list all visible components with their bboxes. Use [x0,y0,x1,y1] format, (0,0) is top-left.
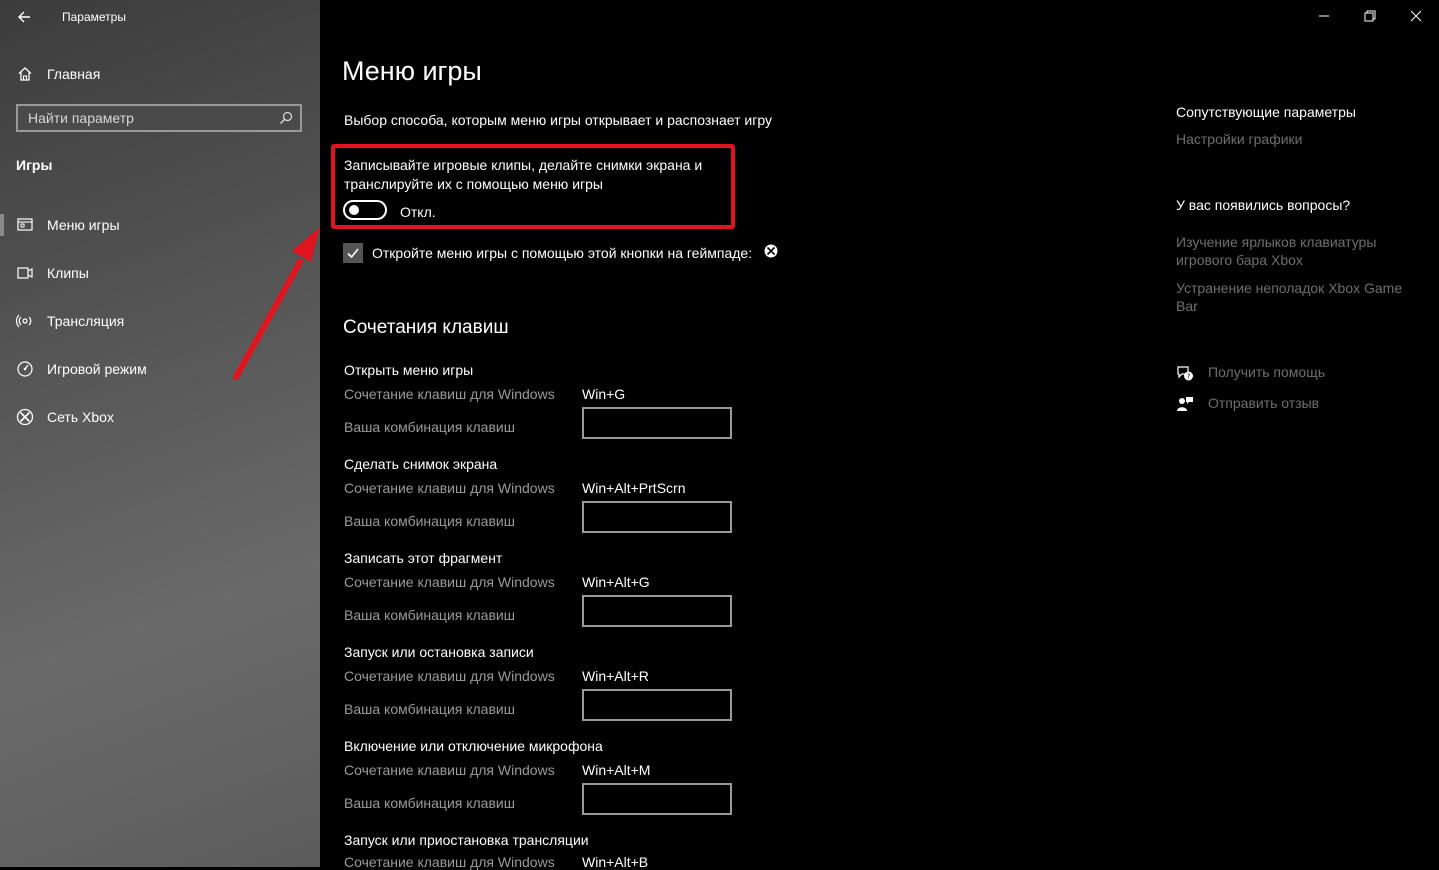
toggle-knob [349,205,359,215]
shortcut-windows-label: Сочетание клавиш для Windows [344,854,555,870]
search-input[interactable] [18,109,272,127]
search-icon[interactable] [272,106,300,130]
shortcut-title: Включение или отключение микрофона [344,738,603,754]
sidebar-item-label: Клипы [47,265,89,281]
active-indicator [0,214,4,236]
shortcut-windows-label: Сочетание клавиш для Windows [344,762,555,778]
sidebar-section-label: Игры [16,157,53,173]
game-bar-toggle[interactable] [343,200,387,220]
get-help-link[interactable]: Получить помощь [1208,364,1325,380]
shortcut-custom-input[interactable] [582,689,732,721]
minimize-button[interactable] [1301,0,1347,32]
graphics-settings-link[interactable]: Настройки графики [1176,130,1416,148]
send-feedback-link[interactable]: Отправить отзыв [1208,395,1319,411]
toggle-description: Записывайте игровые клипы, делайте снимк… [344,157,703,192]
arrow-left-icon [18,11,30,23]
shortcut-windows-label: Сочетание клавиш для Windows [344,574,555,590]
questions-title: У вас появились вопросы? [1176,197,1351,213]
xbox-icon [16,408,34,426]
restore-button[interactable] [1347,0,1393,32]
shortcut-windows-value: Win+Alt+PrtScrn [582,480,686,496]
toggle-state-label: Откл. [400,204,436,220]
gamepad-checkbox[interactable] [343,243,363,263]
shortcut-title: Запуск или приостановка трансляции [344,832,589,848]
clips-icon [16,264,34,282]
xbox-icon [764,244,778,258]
shortcut-custom-input[interactable] [582,407,732,439]
game-bar-icon [16,216,34,234]
sidebar-item-broadcast[interactable]: Трансляция [0,303,320,339]
minimize-icon [1319,15,1329,17]
shortcut-title: Сделать снимок экрана [344,456,498,472]
shortcut-windows-label: Сочетание клавиш для Windows [344,668,555,684]
shortcut-custom-label: Ваша комбинация клавиш [344,513,515,529]
sidebar-item-xbox-network[interactable]: Сеть Xbox [0,399,320,435]
close-icon [1410,10,1422,22]
shortcuts-title: Сочетания клавиш [343,317,509,338]
shortcut-windows-value: Win+Alt+B [582,854,649,870]
feedback-icon [1177,397,1193,411]
game-mode-icon [16,360,34,378]
search-box[interactable] [16,104,302,132]
sidebar-item-clips[interactable]: Клипы [0,255,320,291]
question-link[interactable]: Изучение ярлыков клавиатуры игрового бар… [1176,233,1416,269]
shortcut-windows-value: Win+Alt+R [582,668,649,684]
shortcut-title: Открыть меню игры [344,362,474,378]
sidebar-home[interactable]: Главная [16,63,100,85]
shortcut-windows-value: Win+Alt+M [582,762,651,778]
app-title: Параметры [62,10,126,24]
broadcast-icon [16,312,34,330]
question-link[interactable]: Устранение неполадок Xbox Game Bar [1176,279,1416,315]
shortcut-windows-value: Win+G [582,386,626,402]
home-icon [18,67,32,81]
shortcut-custom-input[interactable] [582,783,732,815]
shortcut-windows-value: Win+Alt+G [582,574,650,590]
related-settings-title: Сопутствующие параметры [1176,104,1356,120]
page-description: Выбор способа, которым меню игры открыва… [344,112,772,128]
sidebar-item-label: Меню игры [47,217,120,233]
shortcut-custom-label: Ваша комбинация клавиш [344,607,515,623]
shortcut-windows-label: Сочетание клавиш для Windows [344,480,555,496]
sidebar-item-game-mode[interactable]: Игровой режим [0,351,320,387]
shortcut-custom-label: Ваша комбинация клавиш [344,701,515,717]
back-button[interactable] [14,6,36,28]
shortcut-custom-input[interactable] [582,501,732,533]
page-title: Меню игры [342,56,482,86]
shortcut-windows-label: Сочетание клавиш для Windows [344,386,555,402]
shortcut-title: Записать этот фрагмент [344,550,503,566]
sidebar-item-label: Трансляция [47,313,125,329]
sidebar-item-label: Сеть Xbox [47,409,114,425]
sidebar-home-label: Главная [47,66,101,82]
restore-icon [1364,10,1376,22]
checkmark-icon [347,248,359,259]
svg-text:?: ? [1187,373,1191,381]
shortcut-custom-label: Ваша комбинация клавиш [344,419,515,435]
shortcut-custom-input[interactable] [582,595,732,627]
sidebar: Параметры Главная Игры Меню игры [0,0,320,867]
sidebar-item-game-bar[interactable]: Меню игры [0,207,320,243]
close-button[interactable] [1393,0,1439,32]
shortcut-title: Запуск или остановка записи [344,644,534,660]
gamepad-checkbox-label: Откройте меню игры с помощью этой кнопки… [372,245,753,261]
help-icon: ? [1177,366,1193,381]
shortcut-custom-label: Ваша комбинация клавиш [344,795,515,811]
sidebar-item-label: Игровой режим [47,361,147,377]
